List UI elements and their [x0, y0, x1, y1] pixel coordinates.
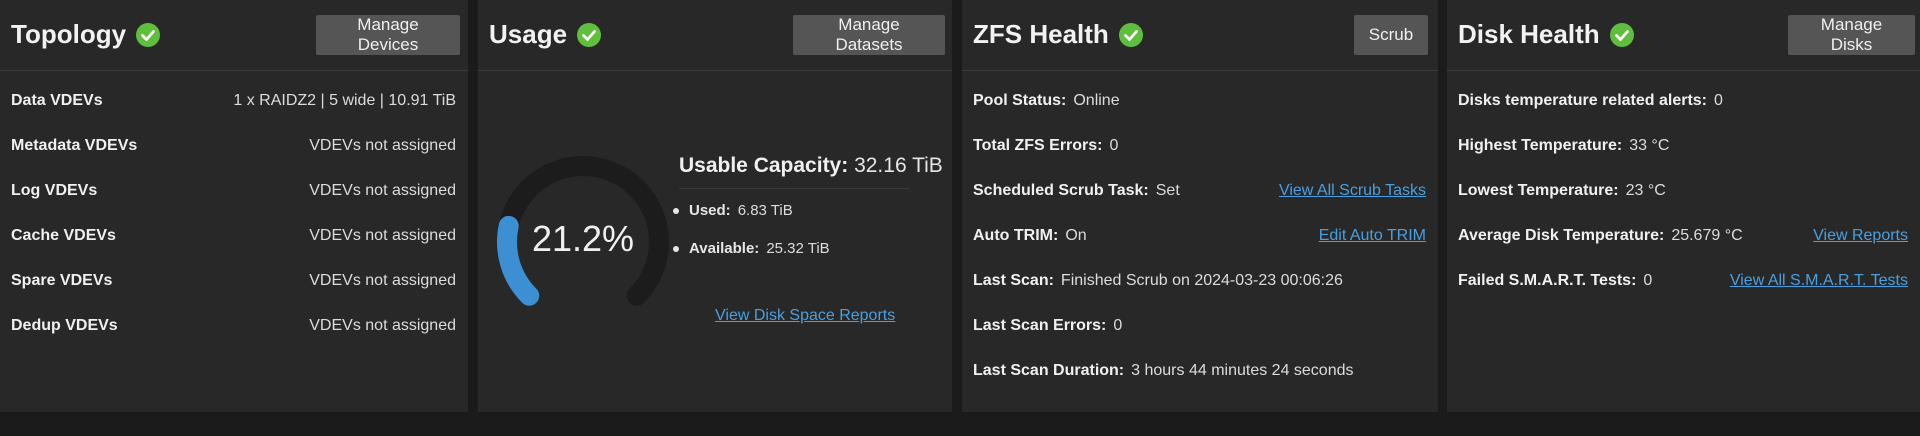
row-value: Online	[1073, 92, 1120, 109]
check-circle-icon	[136, 22, 161, 47]
view-all-scrub-tasks-link[interactable]: View All Scrub Tasks	[1279, 182, 1426, 200]
topology-row: Log VDEVs VDEVs not assigned	[11, 179, 456, 203]
disk-health-card: Disk Health Manage Disks Disks temperatu…	[1447, 0, 1920, 412]
zfs-row: Pool Status: Online	[973, 89, 1426, 113]
row-value: VDEVs not assigned	[309, 317, 456, 334]
row-label: Metadata VDEVs	[11, 137, 138, 154]
topology-card: Topology Manage Devices Data VDEVs 1 x R…	[0, 0, 468, 412]
usage-header: Usage Manage Datasets	[478, 0, 952, 71]
zfs-row: Auto TRIM: On Edit Auto TRIM	[973, 224, 1426, 248]
row-label: Disks temperature related alerts:	[1458, 92, 1707, 109]
row-value: 25.679 °C	[1671, 227, 1743, 244]
available-item: Available: 25.32 TiB	[673, 240, 830, 257]
row-label: Data VDEVs	[11, 92, 103, 109]
disk-title: Disk Health	[1458, 19, 1600, 49]
disk-row: Lowest Temperature: 23 °C	[1458, 179, 1908, 203]
zfs-row: Total ZFS Errors: 0	[973, 134, 1426, 158]
zfs-title-wrap: ZFS Health	[973, 19, 1143, 50]
topology-header: Topology Manage Devices	[0, 0, 468, 71]
row-value: VDEVs not assigned	[309, 272, 456, 289]
row-value: On	[1065, 227, 1087, 244]
zfs-row: Last Scan Duration: 3 hours 44 minutes 2…	[973, 359, 1426, 383]
row-label: Highest Temperature:	[1458, 137, 1623, 154]
row-value: VDEVs not assigned	[309, 137, 456, 154]
zfs-row: Scheduled Scrub Task: Set View All Scrub…	[973, 179, 1426, 203]
topology-row: Data VDEVs 1 x RAIDZ2 | 5 wide | 10.91 T…	[11, 89, 456, 113]
row-label: Scheduled Scrub Task:	[973, 182, 1149, 199]
row-label: Pool Status:	[973, 92, 1067, 109]
row-value: Finished Scrub on 2024-03-23 00:06:26	[1060, 272, 1343, 289]
row-label: Last Scan Errors:	[973, 317, 1107, 334]
topology-title: Topology	[11, 19, 127, 49]
capacity-label: Usable Capacity:	[679, 154, 849, 177]
zfs-row: Last Scan Errors: 0	[973, 314, 1426, 338]
disk-row: Failed S.M.A.R.T. Tests: 0 View All S.M.…	[1458, 269, 1908, 293]
view-disk-space-reports-link[interactable]: View Disk Space Reports	[715, 307, 895, 325]
manage-disks-button[interactable]: Manage Disks	[1788, 15, 1915, 55]
disk-row: Disks temperature related alerts: 0	[1458, 89, 1908, 113]
row-value: 0	[1643, 272, 1653, 289]
edit-auto-trim-link[interactable]: Edit Auto TRIM	[1319, 227, 1426, 245]
manage-datasets-button[interactable]: Manage Datasets	[793, 15, 945, 55]
row-value: VDEVs not assigned	[309, 182, 456, 199]
zfs-row: Last Scan: Finished Scrub on 2024-03-23 …	[973, 269, 1426, 293]
row-value: 23 °C	[1625, 182, 1666, 199]
topology-row: Spare VDEVs VDEVs not assigned	[11, 269, 456, 293]
row-label: Last Scan:	[973, 272, 1054, 289]
row-label: Total ZFS Errors:	[973, 137, 1103, 154]
row-label: Failed S.M.A.R.T. Tests:	[1458, 272, 1637, 289]
capacity-divider	[679, 188, 909, 189]
usage-title: Usage	[489, 19, 568, 49]
row-value: 0	[1109, 137, 1119, 154]
disk-row: Highest Temperature: 33 °C	[1458, 134, 1908, 158]
row-value: VDEVs not assigned	[309, 227, 456, 244]
usage-percent: 21.2%	[531, 218, 635, 259]
row-label: Cache VDEVs	[11, 227, 116, 244]
row-label: Lowest Temperature:	[1458, 182, 1619, 199]
usable-capacity: Usable Capacity: 32.16 TiB	[679, 154, 943, 178]
available-value: 25.32 TiB	[766, 240, 830, 257]
row-value: 1 x RAIDZ2 | 5 wide | 10.91 TiB	[233, 92, 456, 109]
row-label: Average Disk Temperature:	[1458, 227, 1665, 244]
topology-row: Dedup VDEVs VDEVs not assigned	[11, 314, 456, 338]
row-label: Dedup VDEVs	[11, 317, 118, 334]
row-label: Auto TRIM:	[973, 227, 1059, 244]
zfs-health-card: ZFS Health Scrub Pool Status: Online Tot…	[962, 0, 1438, 412]
zfs-header: ZFS Health Scrub	[962, 0, 1438, 71]
disk-title-wrap: Disk Health	[1458, 19, 1634, 50]
row-label: Spare VDEVs	[11, 272, 113, 289]
check-circle-icon	[577, 22, 602, 47]
usage-card: Usage Manage Datasets 21.2% Usable Capac…	[478, 0, 952, 412]
row-value: 0	[1714, 92, 1723, 109]
used-label: Used:	[689, 202, 731, 219]
row-label: Last Scan Duration:	[973, 362, 1125, 379]
row-value: 33 °C	[1629, 137, 1670, 154]
usage-title-wrap: Usage	[489, 19, 602, 50]
scrub-button[interactable]: Scrub	[1354, 15, 1428, 55]
check-circle-icon	[1609, 22, 1634, 47]
view-reports-link[interactable]: View Reports	[1813, 227, 1908, 245]
row-value: 0	[1113, 317, 1123, 334]
topology-row: Cache VDEVs VDEVs not assigned	[11, 224, 456, 248]
row-value: Set	[1155, 182, 1180, 199]
capacity-value: 32.16 TiB	[854, 154, 943, 177]
check-circle-icon	[1118, 22, 1143, 47]
row-value: 3 hours 44 minutes 24 seconds	[1131, 362, 1354, 379]
zfs-title: ZFS Health	[973, 19, 1109, 49]
manage-devices-button[interactable]: Manage Devices	[316, 15, 460, 55]
disk-header: Disk Health Manage Disks	[1447, 0, 1920, 71]
row-label: Log VDEVs	[11, 182, 98, 199]
view-all-smart-tests-link[interactable]: View All S.M.A.R.T. Tests	[1730, 272, 1908, 290]
used-item: Used: 6.83 TiB	[673, 202, 793, 219]
topology-title-wrap: Topology	[11, 19, 161, 50]
available-label: Available:	[689, 240, 760, 257]
topology-row: Metadata VDEVs VDEVs not assigned	[11, 134, 456, 158]
bullet	[673, 207, 679, 214]
used-value: 6.83 TiB	[737, 202, 793, 219]
disk-row: Average Disk Temperature: 25.679 °C View…	[1458, 224, 1908, 248]
bullet	[673, 245, 679, 252]
